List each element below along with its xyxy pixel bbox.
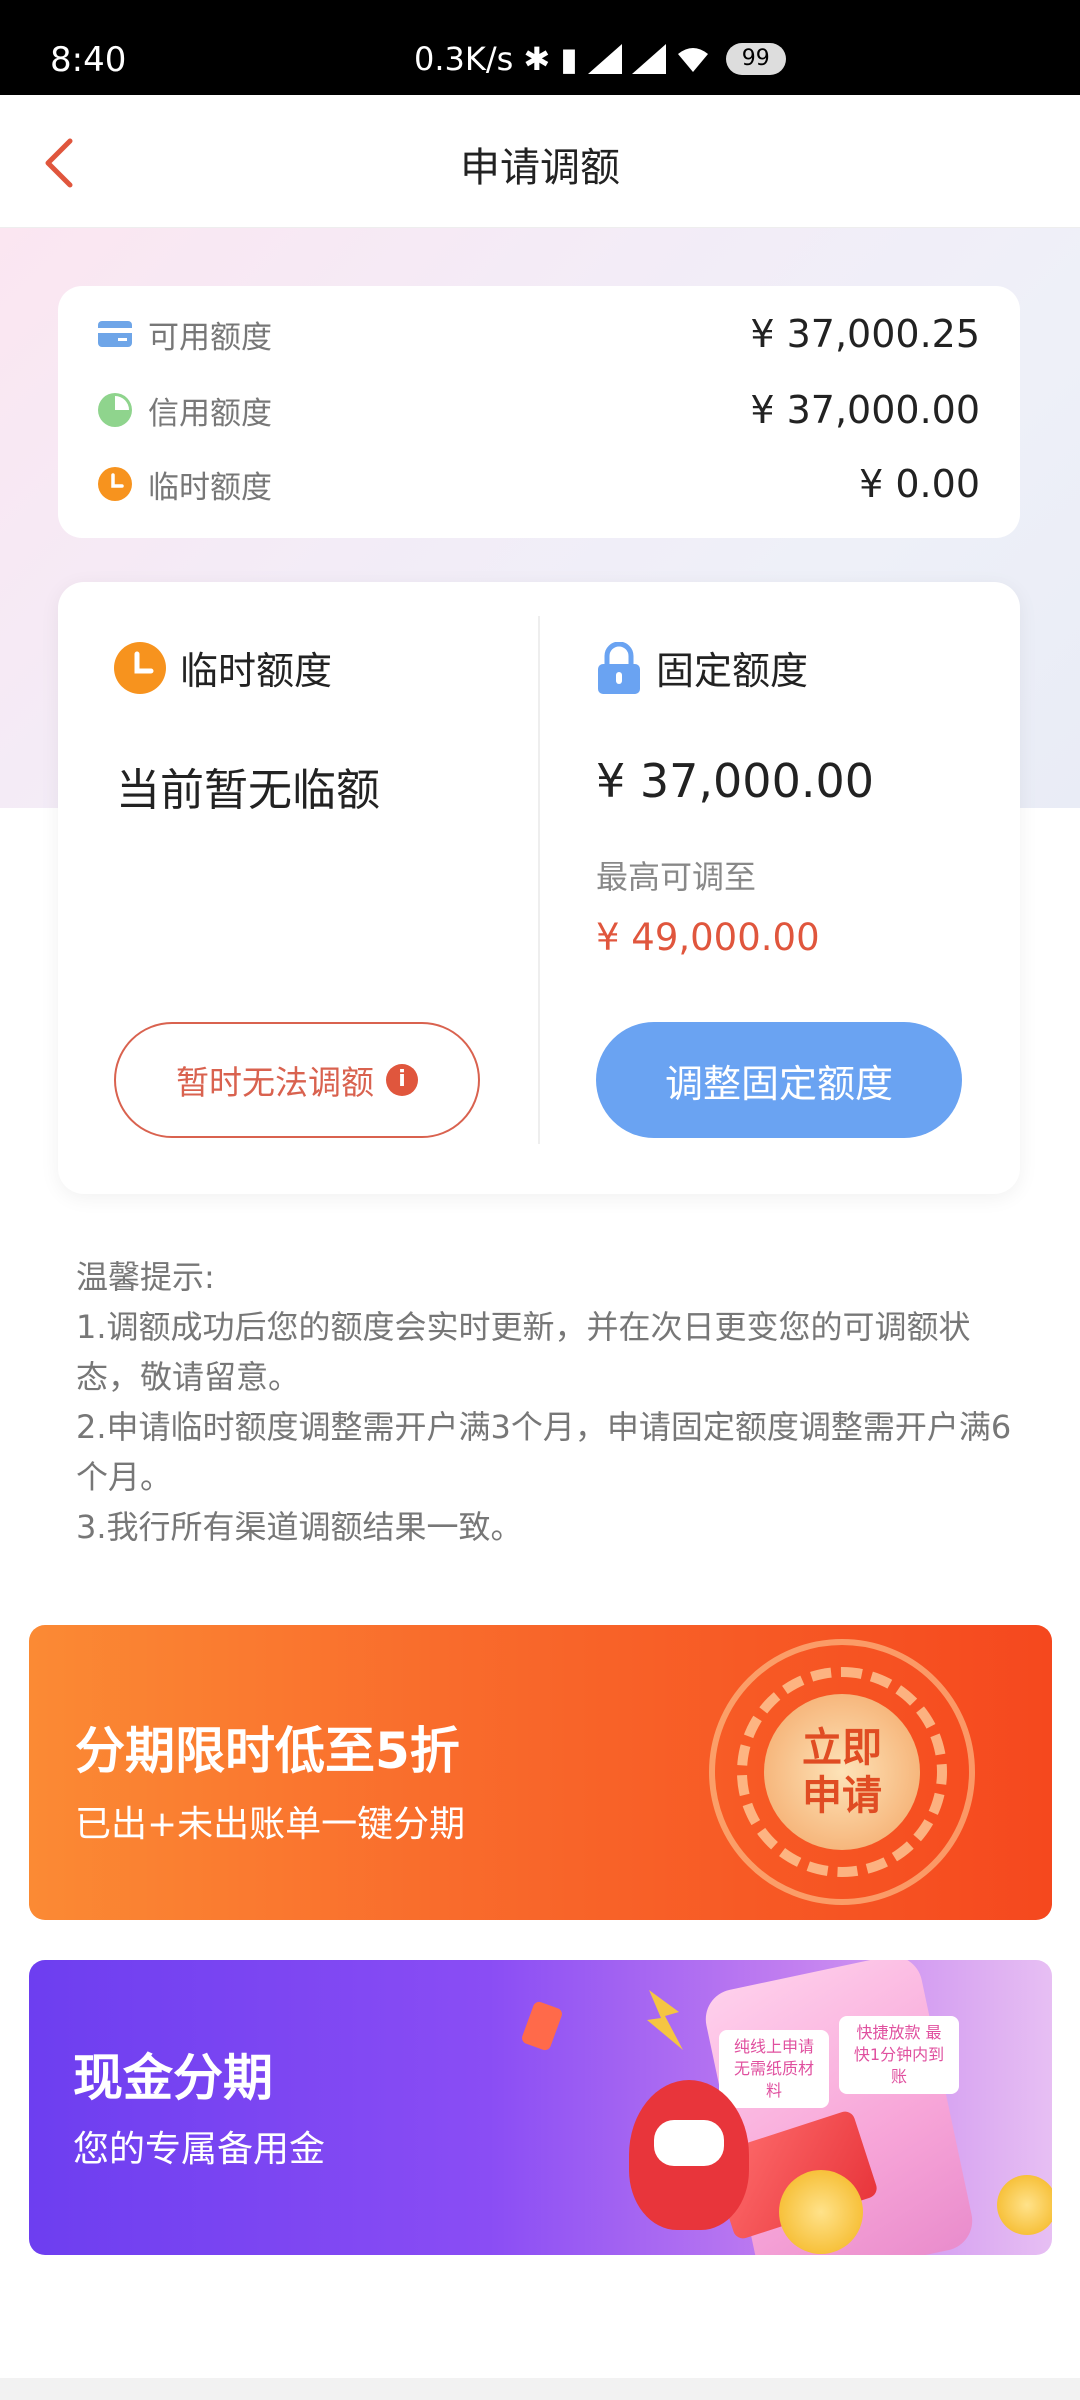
button-label: 暂时无法调额 bbox=[176, 1063, 374, 1102]
tip-line: 2.申请临时额度调整需开户满3个月，申请固定额度调整需开户满6个月。 bbox=[76, 1408, 1012, 1496]
cash-installment-banner[interactable]: 现金分期 您的专属备用金 纯线上申请 无需纸质材料 快捷放款 最快1分钟内到账 bbox=[29, 1960, 1052, 2255]
lightning-icon bbox=[647, 1990, 683, 2050]
summary-value: ¥ 0.00 bbox=[859, 462, 980, 506]
status-time: 8:40 bbox=[50, 40, 127, 80]
bottom-bar bbox=[0, 2378, 1080, 2400]
card-icon bbox=[98, 317, 132, 351]
max-adjust-label: 最高可调至 bbox=[596, 858, 757, 896]
signal-icon bbox=[587, 44, 622, 74]
pie-chart-icon bbox=[98, 393, 132, 427]
summary-value: ¥ 37,000.25 bbox=[750, 312, 980, 356]
wifi-icon bbox=[677, 48, 708, 72]
signal-icon-2 bbox=[631, 44, 666, 74]
tip-line: 1.调额成功后您的额度会实时更新，并在次日更变您的可调额状态，敬请留意。 bbox=[76, 1308, 971, 1396]
column-divider bbox=[538, 616, 540, 1144]
clock-icon bbox=[114, 641, 166, 694]
apply-now-label: 立即申请 bbox=[802, 1725, 882, 1819]
clock-icon bbox=[98, 467, 132, 501]
summary-label: 可用额度 bbox=[148, 319, 272, 356]
temp-quota-header: 临时额度 bbox=[114, 640, 332, 695]
summary-value: ¥ 37,000.00 bbox=[750, 388, 980, 432]
vibrate-icon: ▮ bbox=[560, 40, 578, 78]
info-icon[interactable]: i bbox=[386, 1064, 418, 1096]
fixed-quota-header: 固定额度 bbox=[596, 640, 808, 695]
banner-title: 分期限时低至5折 bbox=[75, 1722, 460, 1780]
bluetooth-icon: ✱ bbox=[523, 40, 551, 78]
max-adjust-value: ¥ 49,000.00 bbox=[596, 916, 820, 959]
summary-row-credit: 信用额度 ¥ 37,000.00 bbox=[98, 380, 980, 440]
temp-quota-title: 临时额度 bbox=[180, 649, 333, 693]
tips-title: 温馨提示: bbox=[76, 1258, 215, 1296]
status-bar: 8:40 0.3K/s ✱ ▮ 99 bbox=[0, 0, 1080, 95]
coin-icon bbox=[779, 2170, 863, 2254]
adjust-fixed-quota-button[interactable]: 调整固定额度 bbox=[596, 1022, 962, 1138]
network-speed: 0.3K/s bbox=[414, 40, 514, 78]
quota-summary-card: 可用额度 ¥ 37,000.25 信用额度 ¥ 37,000.00 临时额度 ¥… bbox=[58, 286, 1020, 538]
tip-line: 3.我行所有渠道调额结果一致。 bbox=[76, 1508, 523, 1546]
button-label: 调整固定额度 bbox=[664, 1061, 893, 1106]
summary-label: 临时额度 bbox=[148, 469, 272, 506]
coin-icon bbox=[997, 2175, 1052, 2235]
fixed-quota-title: 固定额度 bbox=[656, 649, 809, 693]
lock-icon bbox=[598, 641, 640, 694]
summary-label: 信用额度 bbox=[148, 395, 272, 432]
apply-now-button[interactable]: 立即申请 bbox=[764, 1694, 920, 1850]
quota-adjust-card: 临时额度 固定额度 当前暂无临额 ¥ 37,000.00 最高可调至 ¥ 49,… bbox=[58, 582, 1020, 1194]
temp-quota-status: 当前暂无临额 bbox=[116, 765, 380, 816]
mascot-face bbox=[654, 2120, 724, 2166]
banner-tag: 快捷放款 最快1分钟内到账 bbox=[839, 2016, 959, 2094]
banner-title: 现金分期 bbox=[73, 2049, 273, 2107]
nav-bar: 申请调额 bbox=[0, 95, 1080, 228]
banner-subtitle: 已出+未出账单一键分期 bbox=[75, 1804, 466, 1845]
banner-subtitle: 您的专属备用金 bbox=[73, 2129, 326, 2170]
page-title: 申请调额 bbox=[460, 145, 620, 191]
summary-row-temporary: 临时额度 ¥ 0.00 bbox=[98, 454, 980, 514]
tips-section: 温馨提示: 1.调额成功后您的额度会实时更新，并在次日更变您的可调额状态，敬请留… bbox=[76, 1252, 1016, 1552]
battery-icon: 99 bbox=[725, 43, 786, 75]
status-icons: 0.3K/s ✱ ▮ 99 bbox=[414, 40, 786, 78]
temp-adjust-unavailable-button[interactable]: 暂时无法调额 i bbox=[114, 1022, 480, 1138]
summary-row-available: 可用额度 ¥ 37,000.25 bbox=[98, 304, 980, 364]
banner-tag: 纯线上申请 无需纸质材料 bbox=[719, 2030, 829, 2108]
red-envelope-illustration bbox=[520, 2000, 564, 2052]
fixed-quota-amount: ¥ 37,000.00 bbox=[596, 754, 874, 808]
installment-banner[interactable]: 分期限时低至5折 已出+未出账单一键分期 立即申请 bbox=[29, 1625, 1052, 1920]
